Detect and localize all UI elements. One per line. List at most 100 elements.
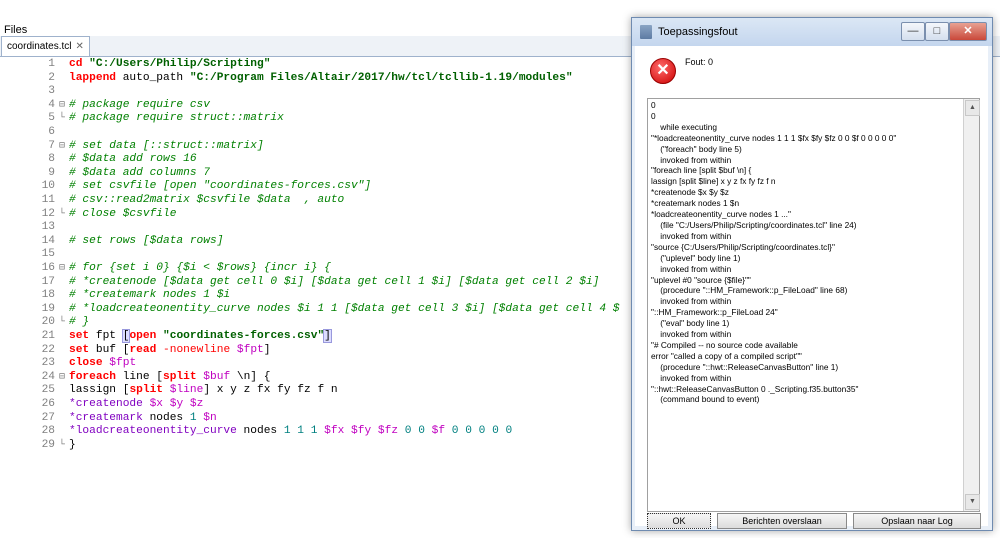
fold-marker-icon: [57, 153, 67, 167]
trace-line: (file "C:/Users/Philip/Scripting/coordin…: [651, 219, 857, 230]
code-line: # *createnode [$data get cell 0 $i] [$da…: [69, 275, 600, 288]
fold-marker-icon: [57, 72, 67, 86]
line-number: 19: [41, 302, 55, 315]
trace-line: (procedure "::HM_Framework::p_FileLoad" …: [651, 285, 848, 296]
trace-line: "foreach line [split $buf \n] {: [651, 165, 752, 176]
trace-line: error "called a copy of a compiled scrip…: [651, 350, 802, 361]
code-line: foreach line [split $buf \n] {: [69, 370, 271, 383]
fold-marker-icon: [57, 194, 67, 208]
line-number: 20: [41, 316, 55, 329]
trace-line: "::hwt::ReleaseCanvasButton 0 ._Scriptin…: [651, 383, 859, 394]
fold-marker-icon: [57, 344, 67, 358]
fold-marker-icon: [57, 221, 67, 235]
trace-line: invoked from within: [651, 263, 732, 274]
line-number: 26: [41, 398, 55, 410]
line-number: 27: [41, 411, 55, 424]
code-line: # csv::read2matrix $csvfile $data , auto: [69, 194, 345, 206]
line-number: 2: [48, 71, 55, 84]
trace-line: "::HM_Framework::p_FileLoad 24": [651, 307, 778, 318]
code-line: lappend auto_path "C:/Program Files/Alta…: [69, 71, 573, 84]
fold-marker-icon[interactable]: ⊟: [57, 371, 67, 385]
scroll-up-icon[interactable]: ▲: [965, 100, 980, 116]
fold-marker-icon: [57, 167, 67, 181]
fold-marker-icon: [57, 289, 67, 303]
fold-marker-icon: [57, 384, 67, 398]
window-icon: [640, 25, 652, 39]
line-number: 18: [41, 289, 55, 302]
trace-line: ("uplevel" body line 1): [651, 252, 741, 263]
line-number: 21: [41, 330, 55, 342]
line-number: 23: [41, 357, 55, 370]
line-number: 15: [41, 248, 55, 261]
skip-messages-button[interactable]: Berichten overslaan: [717, 513, 847, 529]
minimize-button[interactable]: —: [901, 22, 925, 41]
code-line: # *loadcreateonentity_curve nodes $i 1 1…: [69, 302, 620, 315]
fold-marker-icon: [57, 330, 67, 344]
dialog-body: ✕ Fout: 0 00 while executing "*loadcreate…: [635, 46, 988, 529]
tab-label: coordinates.tcl: [7, 41, 72, 52]
code-line: # }: [69, 316, 90, 329]
tab-close-icon[interactable]: ✕: [75, 37, 83, 56]
code-line: # close $csvfile: [69, 207, 177, 220]
trace-line: 0: [651, 110, 656, 121]
code-line: cd "C:/Users/Philip/Scripting": [69, 58, 271, 70]
dialog-titlebar[interactable]: Toepassingsfout — □ ✕: [632, 18, 992, 46]
save-to-log-button[interactable]: Opslaan naar Log: [853, 513, 981, 529]
trace-line: invoked from within: [651, 329, 732, 340]
fold-marker-icon: [57, 85, 67, 99]
fold-marker-icon[interactable]: ⊟: [57, 99, 67, 113]
line-number: 16: [41, 262, 55, 274]
trace-line: invoked from within: [651, 372, 732, 383]
line-number: 24: [41, 370, 55, 383]
trace-line: 0: [651, 100, 656, 110]
fold-marker-icon: [57, 398, 67, 412]
fold-marker-icon[interactable]: ⊟: [57, 262, 67, 276]
maximize-button[interactable]: □: [925, 22, 949, 41]
fold-marker-icon: [57, 235, 67, 249]
line-number: 9: [48, 166, 55, 179]
trace-line: invoked from within: [651, 296, 732, 307]
ok-button[interactable]: OK: [647, 513, 711, 529]
trace-line: (command bound to event): [651, 394, 760, 405]
fold-marker-icon[interactable]: ⊟: [57, 140, 67, 154]
line-number: 17: [41, 275, 55, 288]
fold-marker-icon: [57, 276, 67, 290]
line-number: 3: [48, 85, 55, 98]
trace-line: *createmark nodes 1 $n: [651, 198, 740, 209]
error-message: Fout: 0: [685, 57, 714, 67]
fold-marker-icon: [57, 303, 67, 317]
line-number: 13: [41, 221, 55, 234]
line-number: 29: [41, 438, 55, 451]
line-number: 25: [41, 384, 55, 397]
stack-trace-box[interactable]: 00 while executing "*loadcreateonentity_c…: [647, 98, 980, 512]
line-number: 11: [41, 194, 55, 206]
code-line: # $data add columns 7: [69, 166, 210, 179]
code-line: # set csvfile [open "coordinates-forces.…: [69, 180, 372, 193]
code-line: set fpt [open "coordinates-forces.csv"]: [69, 329, 332, 343]
code-line: set buf [read -nonewline $fpt]: [69, 343, 271, 356]
trace-line: *loadcreateonentity_curve nodes 1 ...": [651, 209, 791, 220]
code-line: # package require csv: [69, 98, 210, 111]
scroll-down-icon[interactable]: ▼: [965, 494, 980, 510]
stack-trace-text: 00 while executing "*loadcreateonentity_c…: [651, 100, 959, 505]
line-number: 5: [48, 112, 55, 125]
trace-line: while executing: [651, 121, 717, 132]
tab-coordinates-tcl[interactable]: coordinates.tcl ✕: [1, 36, 90, 56]
line-number: 7: [48, 139, 55, 152]
code-line: }: [69, 438, 76, 451]
line-number: 4: [48, 98, 55, 111]
trace-line: (procedure "::hwt::ReleaseCanvasButton" …: [651, 361, 839, 372]
line-number: 8: [48, 153, 55, 166]
line-number: 12: [41, 207, 55, 220]
fold-marker-icon: └: [58, 439, 65, 451]
fold-marker-icon: [57, 126, 67, 140]
code-line: # package require struct::matrix: [69, 112, 284, 125]
trace-line: "source {C:/Users/Philip/Scripting/coord…: [651, 241, 835, 252]
vertical-scrollbar[interactable]: ▲ ▼: [963, 99, 980, 511]
fold-marker-icon: [57, 248, 67, 262]
trace-line: invoked from within: [651, 230, 732, 241]
files-panel-label: Files: [4, 24, 28, 36]
close-button[interactable]: ✕: [949, 22, 987, 41]
code-line: lassign [split $line] x y z fx fy fz f n: [69, 384, 338, 397]
trace-line: lassign [split $line] x y z fx fy fz f n: [651, 176, 776, 187]
